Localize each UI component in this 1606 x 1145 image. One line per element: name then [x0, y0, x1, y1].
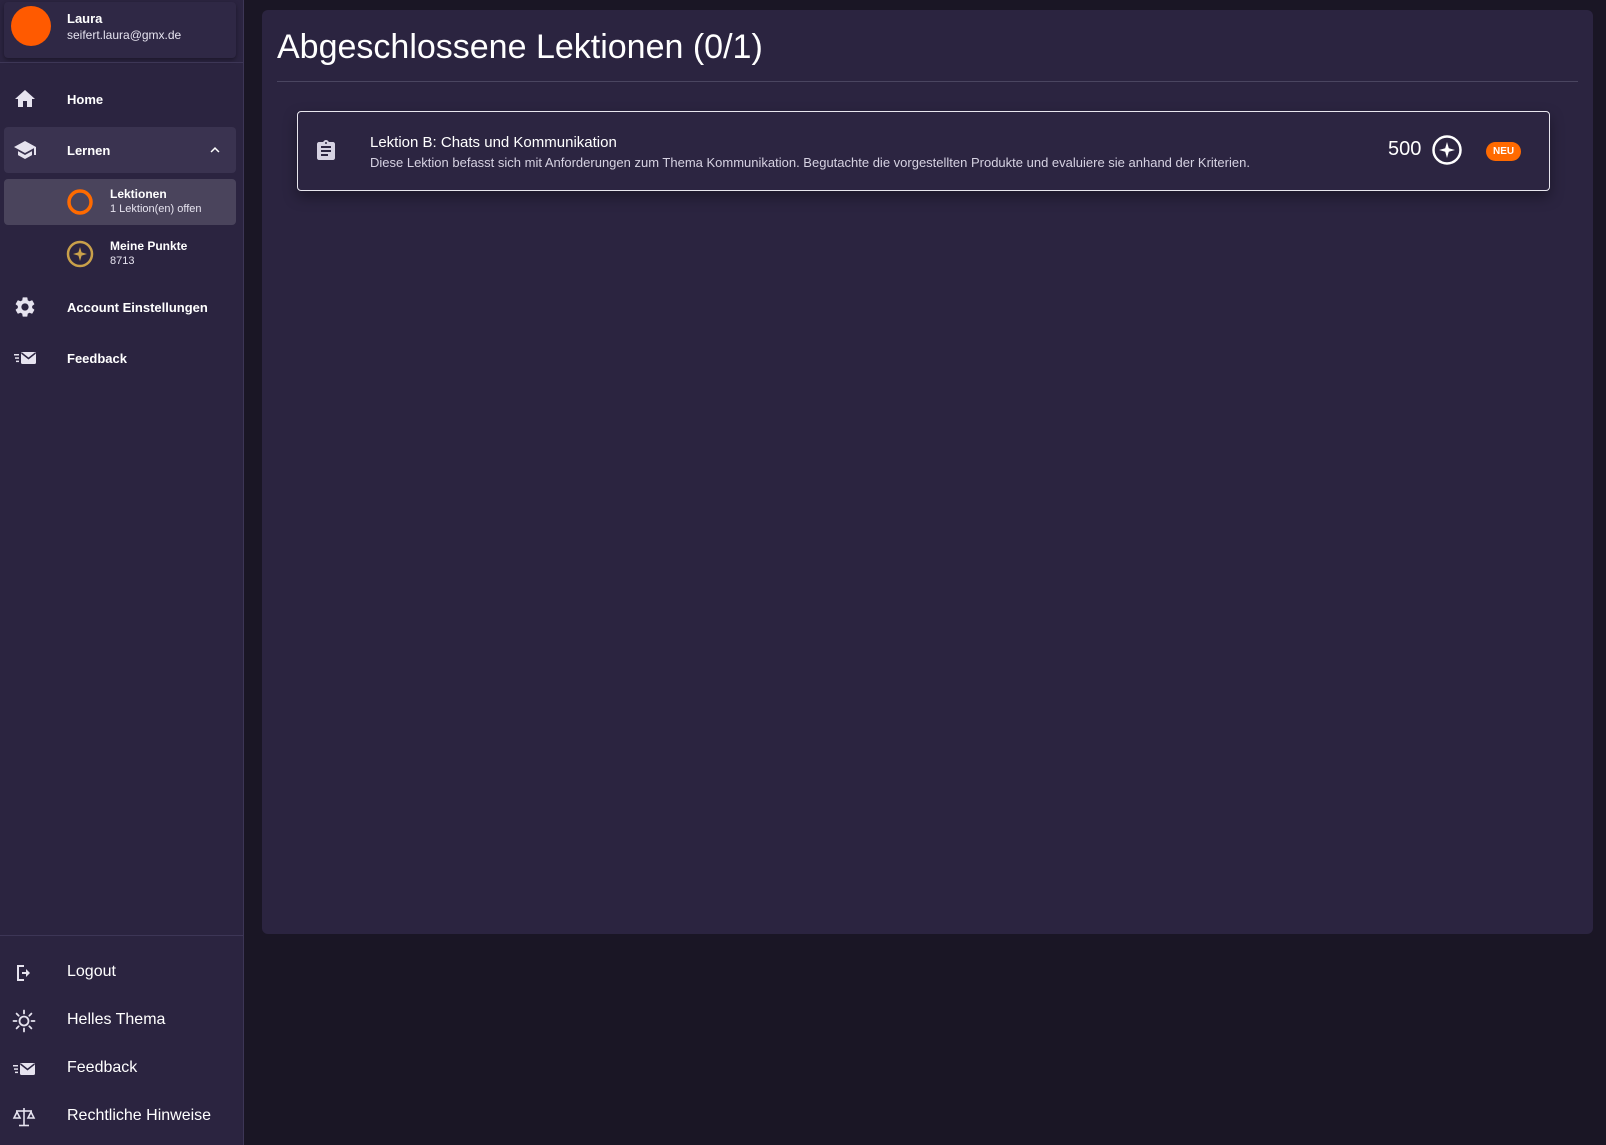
sidebar-item-theme[interactable]: Helles Thema [4, 999, 236, 1043]
sidebar-item-account[interactable]: Account Einstellungen [4, 284, 236, 330]
profile-name: Laura [67, 11, 103, 26]
sidebar-item-label: Logout [67, 963, 116, 980]
points-caption: 8713 [110, 255, 135, 267]
sidebar-item-label: Feedback [67, 350, 127, 366]
sidebar-item-label: Helles Thema [67, 1011, 166, 1028]
progress-ring-icon [67, 189, 93, 215]
sidebar-item-legal[interactable]: Rechtliche Hinweise [4, 1095, 236, 1139]
avatar [11, 6, 51, 46]
star-coin-icon [1432, 135, 1462, 165]
sidebar-item-learn[interactable]: Lernen [4, 127, 236, 173]
sidebar-item-label: Lernen [67, 142, 111, 158]
page-title: Abgeschlossene Lektionen (0/1) [277, 28, 763, 66]
sidebar-item-label: Feedback [67, 1059, 138, 1076]
clipboard-icon [317, 140, 335, 160]
gear-icon [15, 297, 35, 317]
sidebar: Laura seifert.laura@gmx.de Home Lernen L… [0, 0, 244, 1145]
profile-email: seifert.laura@gmx.de [67, 28, 182, 42]
lesson-points: 500 [1388, 138, 1422, 160]
sidebar-divider [0, 62, 244, 63]
scale-icon [12, 1108, 36, 1127]
points-title: Meine Punkte [110, 239, 188, 253]
sidebar-divider [0, 935, 244, 936]
school-icon [14, 141, 36, 159]
sidebar-item-points[interactable]: Meine Punkte 8713 [4, 231, 236, 277]
star-coin-icon [66, 240, 94, 268]
lessons-caption: 1 Lektion(en) offen [110, 203, 202, 215]
main-panel: Abgeschlossene Lektionen (0/1) Lektion B… [262, 10, 1593, 934]
lesson-card[interactable]: Lektion B: Chats und Kommunikation Diese… [297, 111, 1550, 191]
lessons-title: Lektionen [110, 187, 167, 201]
sidebar-item-feedback[interactable]: Feedback [4, 335, 236, 381]
profile-card[interactable]: Laura seifert.laura@gmx.de [4, 2, 236, 58]
sidebar-item-label: Account Einstellungen [67, 299, 208, 315]
sidebar-item-feedback-bottom[interactable]: Feedback [4, 1047, 236, 1091]
mail-fast-icon [13, 1063, 35, 1075]
lesson-description: Diese Lektion befasst sich mit Anforderu… [370, 155, 1250, 170]
mail-fast-icon [14, 352, 36, 364]
sidebar-item-lessons[interactable]: Lektionen 1 Lektion(en) offen [4, 179, 236, 225]
sidebar-item-label: Home [67, 91, 104, 107]
lesson-title: Lektion B: Chats und Kommunikation [370, 134, 617, 151]
sun-icon [12, 1009, 36, 1033]
title-divider [277, 81, 1578, 82]
sidebar-item-label: Rechtliche Hinweise [67, 1107, 212, 1124]
new-badge: NEU [1486, 142, 1522, 161]
chevron-up-icon[interactable] [206, 141, 224, 159]
logout-icon [17, 965, 30, 981]
home-icon [15, 90, 35, 107]
sidebar-item-logout[interactable]: Logout [4, 951, 236, 995]
sidebar-item-home[interactable]: Home [4, 76, 236, 122]
